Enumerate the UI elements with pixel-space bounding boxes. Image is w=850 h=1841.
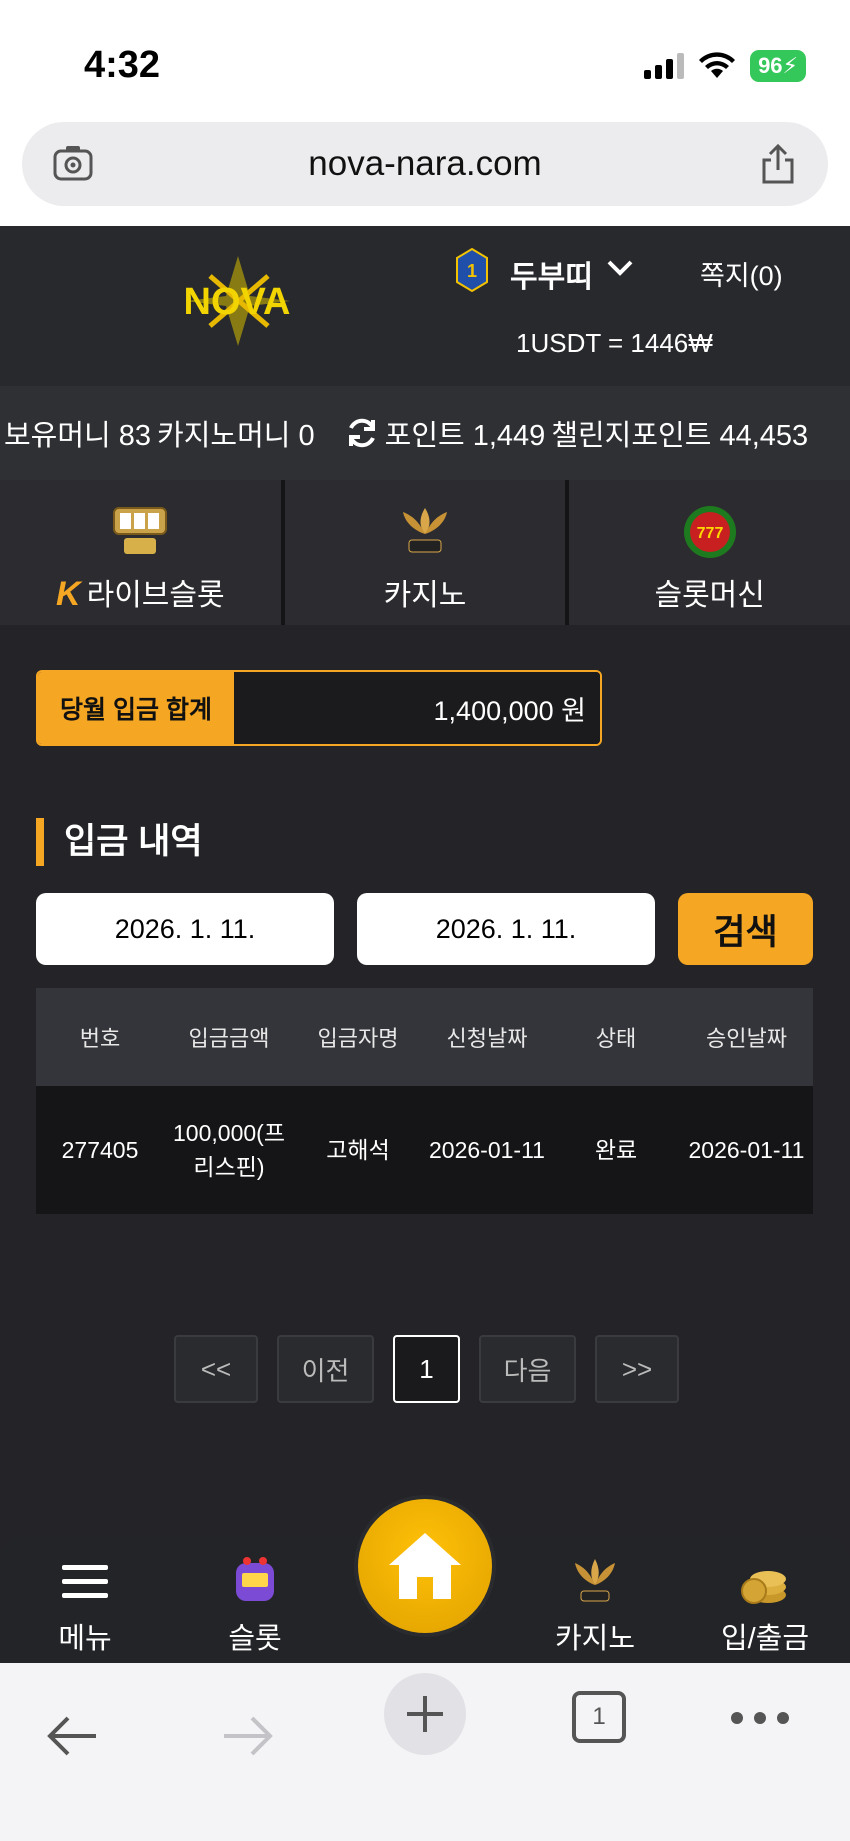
tab-label-live-slot: 라이브슬롯 bbox=[86, 579, 225, 612]
challenge-points-balance: 챌린지포인트 44,453 bbox=[551, 420, 809, 452]
wifi-icon bbox=[699, 52, 736, 78]
new-tab-button[interactable] bbox=[384, 1673, 466, 1755]
username[interactable]: 두부띠 bbox=[510, 252, 593, 296]
nav-slot-label: 슬롯 bbox=[228, 1623, 282, 1655]
search-button[interactable]: 검색 bbox=[678, 893, 813, 965]
svg-text:777: 777 bbox=[696, 525, 723, 542]
back-arrow-icon[interactable] bbox=[44, 1711, 100, 1761]
nav-menu-label: 메뉴 bbox=[58, 1623, 112, 1655]
tab-live-slot[interactable]: K 라이브슬롯 bbox=[0, 480, 285, 625]
header-amount: 입금금액 bbox=[164, 988, 294, 1086]
chevron-down-icon[interactable] bbox=[606, 258, 634, 278]
deposit-history-table: 번호 입금금액 입금자명 신청날짜 상태 승인날짜 277405 100,000… bbox=[36, 988, 813, 1214]
header-number: 번호 bbox=[36, 988, 164, 1086]
tab-label-slot-machine: 슬롯머신 bbox=[654, 579, 765, 612]
casino-money-balance: 카지노머니 0 bbox=[157, 420, 315, 452]
battery-indicator: 96⚡ bbox=[750, 50, 806, 82]
nav-slot[interactable]: 슬롯 bbox=[190, 1535, 320, 1663]
cell-approval-date: 2026-01-11 bbox=[680, 1086, 813, 1214]
page-last-button[interactable]: >> bbox=[595, 1335, 679, 1403]
cell-depositor: 고해석 bbox=[294, 1086, 422, 1214]
cell-status: 완료 bbox=[552, 1086, 680, 1214]
url-bar[interactable]: nova-nara.com bbox=[22, 122, 828, 206]
tab-slot-machine[interactable]: 777 슬롯머신 bbox=[569, 480, 850, 625]
live-slot-icon bbox=[113, 507, 168, 554]
monthly-deposit-total: 당월 입금 합계 1,400,000 원 bbox=[36, 670, 602, 746]
header-status: 상태 bbox=[552, 988, 680, 1086]
points-balance: 포인트 1,449 bbox=[384, 420, 546, 452]
share-icon[interactable] bbox=[758, 142, 798, 186]
money-balance: 보유머니 83 bbox=[4, 420, 152, 452]
tab-label-casino: 카지노 bbox=[383, 579, 467, 612]
exchange-rate: 1USDT = 1446₩ bbox=[516, 328, 713, 358]
game-category-nav: K 라이브슬롯 카지노 777 슬롯머신 bbox=[0, 480, 850, 625]
site-header: NOVA 1 두부띠 쪽지(0) 1USDT = 1446₩ bbox=[0, 226, 850, 386]
monthly-total-value: 1,400,000 원 bbox=[234, 672, 600, 744]
table-row: 277405 100,000(프리스핀) 고해석 2026-01-11 완료 2… bbox=[36, 1086, 813, 1214]
cellular-signal-icon bbox=[644, 53, 685, 79]
cell-number: 277405 bbox=[36, 1086, 164, 1214]
browser-url-area: nova-nara.com bbox=[0, 104, 850, 226]
cell-request-date: 2026-01-11 bbox=[422, 1086, 552, 1214]
home-icon bbox=[389, 1533, 461, 1599]
home-button[interactable] bbox=[354, 1495, 496, 1637]
slot-machine-icon bbox=[236, 1557, 274, 1601]
page-first-button[interactable]: << bbox=[174, 1335, 258, 1403]
header-depositor: 입금자명 bbox=[294, 988, 422, 1086]
monthly-total-label: 당월 입금 합계 bbox=[38, 672, 234, 744]
coins-icon bbox=[741, 1571, 786, 1604]
url-text[interactable]: nova-nara.com bbox=[22, 144, 828, 184]
date-from-input[interactable] bbox=[36, 893, 334, 965]
nav-menu[interactable]: 메뉴 bbox=[20, 1535, 150, 1663]
pagination: << 이전 1 다음 >> bbox=[174, 1335, 679, 1403]
k-slot-crown-icon bbox=[403, 508, 447, 553]
header-approval-date: 승인날짜 bbox=[680, 988, 813, 1086]
page-1-button[interactable]: 1 bbox=[393, 1335, 460, 1403]
nova-logo[interactable]: NOVA bbox=[150, 256, 325, 346]
table-header-row: 번호 입금금액 입금자명 신청날짜 상태 승인날짜 bbox=[36, 988, 813, 1086]
logo-text: NOVA bbox=[184, 281, 291, 323]
k-badge-icon: K bbox=[56, 575, 81, 613]
more-options-icon[interactable] bbox=[730, 1711, 790, 1725]
nav-deposit-withdraw[interactable]: 입/출금 bbox=[700, 1535, 830, 1663]
section-title: 입금 내역 bbox=[36, 818, 203, 866]
nav-casino-label: 카지노 bbox=[554, 1623, 636, 1655]
page-next-button[interactable]: 다음 bbox=[479, 1335, 576, 1403]
plus-icon bbox=[407, 1696, 443, 1732]
browser-toolbar: 1 bbox=[0, 1663, 850, 1841]
refresh-icon[interactable] bbox=[345, 416, 379, 450]
tab-count: 1 bbox=[592, 1703, 606, 1730]
forward-arrow-icon[interactable] bbox=[220, 1711, 276, 1761]
date-to-input[interactable] bbox=[357, 893, 655, 965]
tab-casino[interactable]: 카지노 bbox=[284, 480, 570, 625]
k-slot-crown-icon bbox=[575, 1559, 615, 1602]
hamburger-menu-icon bbox=[62, 1565, 108, 1598]
cell-amount: 100,000(프리스핀) bbox=[164, 1086, 294, 1214]
level-number: 1 bbox=[467, 261, 477, 281]
status-time: 4:32 bbox=[84, 44, 161, 86]
tab-switcher-button[interactable]: 1 bbox=[572, 1691, 626, 1743]
balance-strip: 보유머니 83 카지노머니 0 포인트 1,449 챌린지포인트 44,453 bbox=[0, 386, 850, 480]
status-indicators: 96⚡ bbox=[644, 50, 806, 82]
messages-link[interactable]: 쪽지(0) bbox=[700, 254, 783, 293]
level-badge-icon: 1 bbox=[456, 248, 488, 292]
777-slots-icon: 777 bbox=[683, 506, 736, 558]
nav-deposit-withdraw-label: 입/출금 bbox=[720, 1623, 810, 1655]
header-request-date: 신청날짜 bbox=[422, 988, 552, 1086]
page-prev-button[interactable]: 이전 bbox=[277, 1335, 374, 1403]
nav-casino[interactable]: 카지노 bbox=[530, 1535, 660, 1663]
battery-level: 96 bbox=[758, 53, 783, 78]
